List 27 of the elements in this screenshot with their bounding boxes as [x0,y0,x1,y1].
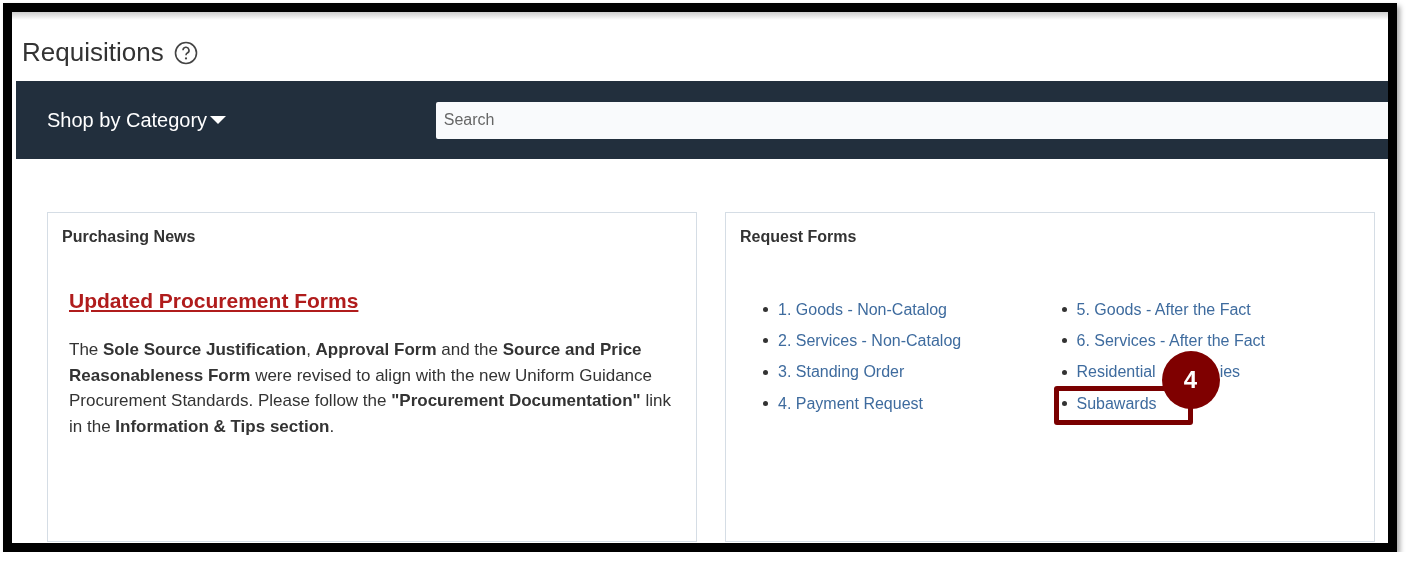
news-headline-link[interactable]: Updated Procurement Forms [69,289,359,312]
help-icon[interactable] [173,40,198,65]
bullet-icon [763,307,768,313]
request-form-link[interactable]: 6. Services - After the Fact [1076,331,1265,350]
category-menu[interactable]: Shop by Category [47,108,436,132]
request-form-link[interactable]: 2. Services - Non-Catalog [778,331,962,350]
bullet-icon [1061,369,1067,375]
bullet-icon [763,338,768,344]
bullet-icon [1061,338,1067,344]
caret-icon [209,115,228,125]
request-form-link[interactable]: 5. Goods - After the Fact [1076,300,1251,319]
request-form-link[interactable]: Subawards [1076,394,1157,413]
bullet-icon [763,401,768,407]
card-title: Request Forms [740,228,858,246]
request-form-link[interactable]: 3. Standing Order [778,363,905,382]
request-form-link[interactable]: 1. Goods - Non-Catalog [778,300,947,319]
page-title: Requisitions [22,37,164,68]
link-text-fragment: ies [1219,363,1241,382]
card-title: Purchasing News [62,228,197,246]
request-form-link[interactable]: Residential [1076,363,1156,382]
bullet-icon [1061,307,1067,313]
bullet-icon [763,369,768,375]
bullet-icon [1061,401,1067,407]
search-field[interactable]: Search [435,101,1388,139]
request-form-link[interactable]: 4. Payment Request [778,394,923,413]
step-badge: 4 [1161,350,1220,409]
news-paragraph: The Sole Source Justification, Approval Form and the Source and Price Reasonableness Form were revised to align with the new Uniform Guidance Procurement Standards. Please follow the "Procurement Documentation" link in the Information & Tips section. [69,339,672,438]
